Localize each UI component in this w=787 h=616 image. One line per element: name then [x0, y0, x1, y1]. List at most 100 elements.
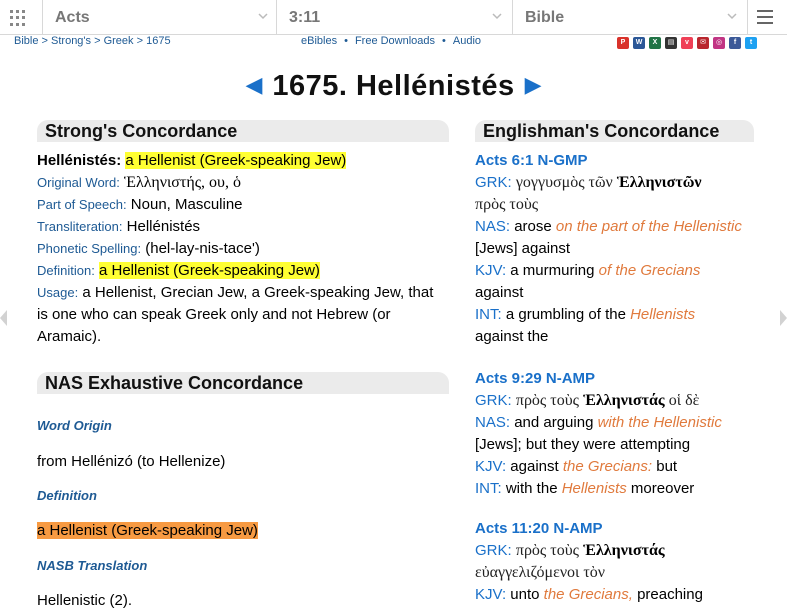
translit-value: Hellénistés: [126, 218, 201, 235]
top-nav-bar: Acts 3:11 Bible: [0, 0, 787, 35]
usage-text-1: a Hellenist, Grecian Jew, a Greek-speaki…: [82, 284, 434, 301]
definition-label: Definition:: [37, 263, 95, 278]
usage-text-2: is one who can speak Greek only and not …: [37, 306, 391, 323]
int-keyword: Hellenists: [630, 306, 696, 323]
next-page-arrow-icon[interactable]: [780, 310, 787, 326]
englishman-heading: Englishman's Concordance: [483, 121, 720, 141]
definition-value: a Hellenist (Greek-speaking Jew): [98, 262, 320, 279]
chevron-down-icon: [258, 13, 268, 20]
chapter-verse-select[interactable]: 3:11: [276, 0, 512, 35]
breadcrumb-number-link[interactable]: 1675: [146, 35, 170, 47]
verse-ref[interactable]: Acts 11:20 N-AMP: [475, 520, 603, 537]
nas-definition-label: Definition: [37, 488, 97, 503]
grk-line: GRK: γογγυσμὸς τῶν Ἑλληνιστῶν: [475, 172, 775, 194]
share-icons: P W X ▤ v ✉ ◎ f t: [617, 37, 757, 49]
instagram-icon[interactable]: ◎: [713, 37, 725, 49]
nas-definition-label-wrap: Definition: [37, 485, 457, 507]
verse-ref-link[interactable]: Acts 6:1 N-GMP: [475, 150, 775, 172]
kjv-keyword: the Grecians:: [562, 458, 653, 475]
book-select[interactable]: Acts: [42, 0, 278, 35]
nas-label: NAS:: [475, 414, 511, 431]
nas-origin-value-wrap: from Hellénizó (to Hellenize): [37, 451, 457, 473]
int-text-cont: moreover: [630, 480, 695, 497]
breadcrumb-greek-link[interactable]: Greek: [104, 35, 134, 47]
grk-line: GRK: πρὸς τοὺς Ἑλληνιστάς οἱ δὲ: [475, 390, 775, 412]
int-line: INT: a grumbling of the Hellenists: [475, 304, 775, 326]
free-downloads-link[interactable]: Free Downloads: [355, 35, 435, 47]
nas-keyword: on the part of the Hellenistic: [555, 218, 742, 235]
pos-value: Noun, Masculine: [130, 196, 243, 213]
grk-label: GRK:: [475, 392, 512, 409]
word-icon[interactable]: W: [633, 37, 645, 49]
kjv-text-cont: against: [475, 284, 524, 301]
book-select-value: Acts: [55, 9, 90, 26]
nas-translation-label-wrap: NASB Translation: [37, 555, 457, 577]
nas-line: NAS: arose on the part of the Hellenisti…: [475, 216, 775, 260]
usage-line: Usage: a Hellenist, Grecian Jew, a Greek…: [37, 282, 457, 304]
prev-page-arrow-icon[interactable]: [0, 310, 7, 326]
nas-label: NAS:: [475, 218, 511, 235]
usage-text-3: Aramaic).: [37, 328, 102, 345]
concordance-entry: Acts 6:1 N-GMP GRK: γογγυσμὸς τῶν Ἑλληνι…: [475, 150, 775, 348]
int-label: INT:: [475, 480, 502, 497]
kjv-keyword: of the Grecians: [598, 262, 701, 279]
verse-ref-link[interactable]: Acts 9:29 N-AMP: [475, 368, 775, 390]
verse-ref[interactable]: Acts 6:1 N-GMP: [475, 152, 588, 169]
grk-text: πρὸς τοὺς: [515, 542, 579, 559]
ebibles-link[interactable]: eBibles: [301, 35, 337, 47]
version-select[interactable]: Bible: [512, 0, 748, 35]
grk-label: GRK:: [475, 174, 512, 191]
pos-label: Part of Speech:: [37, 197, 127, 212]
audio-link[interactable]: Audio: [453, 35, 481, 47]
nas-heading: NAS Exhaustive Concordance: [45, 373, 304, 393]
breadcrumb-strongs-link[interactable]: Strong's: [51, 35, 91, 47]
kjv-keyword: the Grecians,: [543, 586, 633, 603]
nas-heading-bar: NAS Exhaustive Concordance: [37, 372, 449, 394]
nasb-translation-label: NASB Translation: [37, 558, 148, 573]
site-links: eBibles • Free Downloads • Audio: [301, 35, 482, 47]
headword-line: Hellénistés: a Hellenist (Greek-speaking…: [37, 150, 457, 172]
kjv-line: KJV: against the Grecians: but: [475, 456, 775, 478]
next-entry-arrow-icon[interactable]: ▶: [525, 72, 542, 97]
grk-keyword: Ἑλληνιστάς: [583, 392, 665, 409]
strongs-heading-bar: Strong's Concordance: [37, 120, 449, 142]
chevron-down-icon: [727, 13, 737, 20]
pos-line: Part of Speech: Noun, Masculine: [37, 194, 457, 216]
nas-line: NAS: and arguing with the Hellenistic: [475, 412, 775, 434]
grk-text: γογγυσμὸς τῶν: [515, 174, 613, 191]
nas-definition-value-wrap: a Hellenist (Greek-speaking Jew): [37, 520, 457, 542]
translit-label: Transliteration:: [37, 219, 123, 234]
int-text: with the: [505, 480, 558, 497]
nas-text-cont: [Jews] against: [475, 240, 571, 257]
hamburger-menu-icon[interactable]: [757, 10, 773, 24]
page-title: 1675. Hellénistés: [272, 70, 515, 102]
grk-text-cont: οἱ δὲ: [668, 392, 700, 409]
headword: Hellénistés:: [37, 152, 122, 169]
pdf-icon[interactable]: P: [617, 37, 629, 49]
facebook-icon[interactable]: f: [729, 37, 741, 49]
grk-label: GRK:: [475, 542, 512, 559]
breadcrumb: Bible > Strong's > Greek > 1675: [14, 35, 171, 47]
breadcrumb-bible-link[interactable]: Bible: [14, 35, 38, 47]
excel-icon[interactable]: X: [649, 37, 661, 49]
kjv-line: KJV: a murmuring of the Grecians: [475, 260, 775, 282]
nas-text: arose: [514, 218, 552, 235]
nas-text: and arguing: [514, 414, 594, 431]
englishman-heading-bar: Englishman's Concordance: [475, 120, 754, 142]
phonetic-line: Phonetic Spelling: (hel-lay-nis-tace'): [37, 238, 457, 260]
verse-ref-link[interactable]: Acts 11:20 N-AMP: [475, 518, 775, 540]
original-word: Ἑλληνιστής, ου, ὁ: [124, 174, 241, 191]
pocket-icon[interactable]: v: [681, 37, 693, 49]
grk-text: πρὸς τοὺς: [515, 392, 579, 409]
grid-menu-icon[interactable]: [10, 10, 26, 26]
verse-ref[interactable]: Acts 9:29 N-AMP: [475, 370, 595, 387]
kjv-label: KJV:: [475, 458, 507, 475]
version-select-value: Bible: [525, 9, 565, 26]
prev-entry-arrow-icon[interactable]: ◀: [245, 72, 262, 97]
print-icon[interactable]: ▤: [665, 37, 677, 49]
twitter-icon[interactable]: t: [745, 37, 757, 49]
int-line: INT: with the Hellenists moreover: [475, 478, 775, 500]
mail-icon[interactable]: ✉: [697, 37, 709, 49]
kjv-text-cont: preaching: [637, 586, 703, 603]
word-origin-value: from Hellénizó (to Hellenize): [37, 453, 226, 470]
